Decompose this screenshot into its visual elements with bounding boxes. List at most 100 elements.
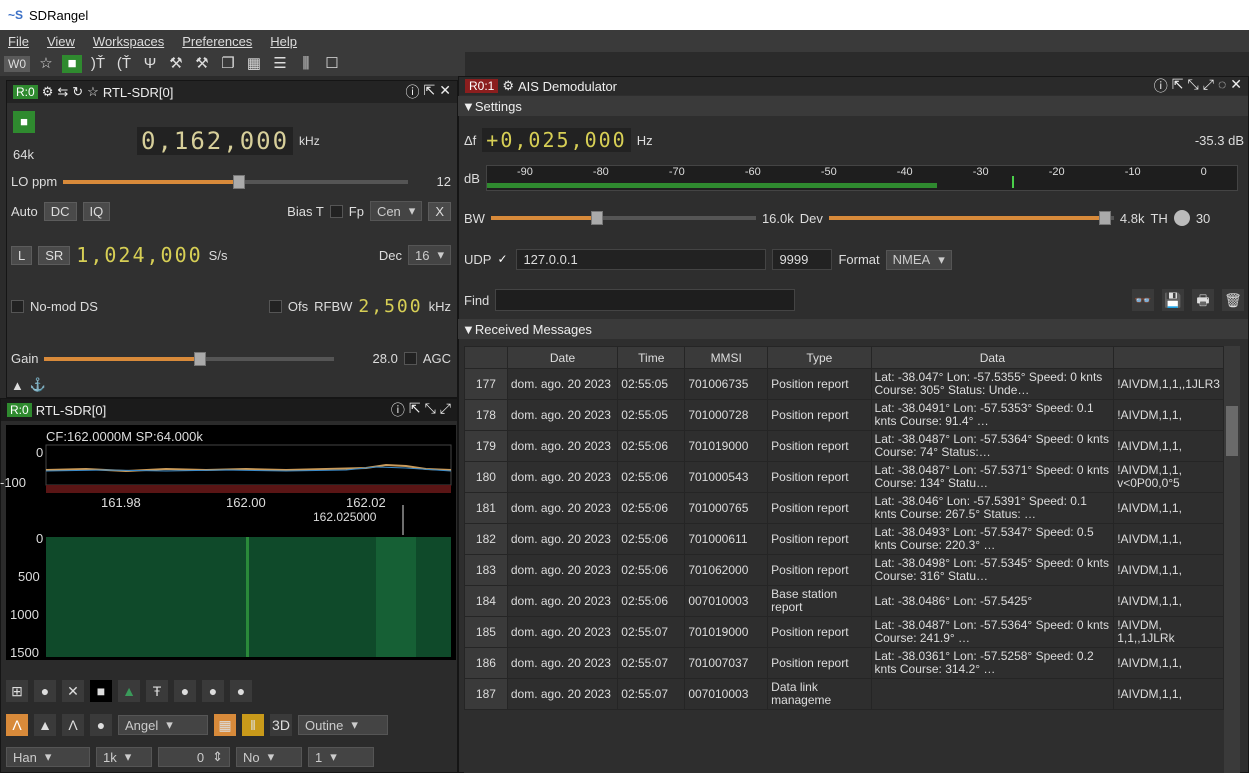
- column-header-type[interactable]: Type: [767, 346, 872, 369]
- view-icon[interactable]: 👓: [1132, 289, 1154, 311]
- help-icon[interactable]: ⓘ: [406, 82, 420, 102]
- save-icon[interactable]: 💾: [1162, 289, 1184, 311]
- add-mimo-icon[interactable]: Ψ: [140, 55, 160, 73]
- fft-size-combo[interactable]: 1k ▾: [96, 747, 152, 767]
- iq-button[interactable]: IQ: [82, 201, 111, 221]
- delete-icon[interactable]: 🗑: [1222, 289, 1244, 311]
- column-header-time[interactable]: Time: [617, 346, 686, 369]
- averaging-mode-combo[interactable]: No ▾: [236, 747, 302, 767]
- expand-icon[interactable]: ⤢: [1203, 76, 1214, 96]
- column-header-data[interactable]: Data: [870, 346, 1115, 369]
- lo-ppm-slider[interactable]: [63, 174, 409, 189]
- add-tx-icon[interactable]: (Ť: [114, 55, 134, 73]
- stack-icon[interactable]: ☰: [270, 55, 290, 73]
- grid-toggle-icon[interactable]: ▦: [214, 714, 236, 736]
- udp-address-field[interactable]: 127.0.0.1: [516, 249, 767, 270]
- agc-checkbox[interactable]: [403, 352, 417, 365]
- help-icon[interactable]: ⓘ: [1154, 76, 1168, 96]
- help-icon[interactable]: ⓘ: [391, 400, 405, 420]
- record-icon[interactable]: ●: [174, 680, 196, 702]
- menu-help[interactable]: Help: [270, 34, 297, 49]
- table-row[interactable]: 185 dom. ago. 20 2023 02:55:07 701019000 Pos…: [464, 616, 1224, 648]
- average-icon[interactable]: ▲: [34, 714, 56, 736]
- color-icon[interactable]: ■: [90, 680, 112, 702]
- overlap-spin[interactable]: 0 ⇕: [158, 747, 230, 767]
- settings-section-header[interactable]: ▼ Settings: [458, 96, 1248, 116]
- gear-icon[interactable]: ⚙: [42, 84, 54, 100]
- spectrum-display[interactable]: CF:162.0000M SP:64.000k 0 -100 161.98 16…: [0, 425, 456, 660]
- vertical-scrollbar[interactable]: [1224, 346, 1240, 773]
- expand-icon[interactable]: ▲: [11, 378, 24, 393]
- palette-combo[interactable]: Angel ▾: [118, 715, 208, 735]
- settings-icon[interactable]: ●: [230, 680, 252, 702]
- tile-icon[interactable]: ▦: [244, 55, 264, 73]
- center-frequency-display[interactable]: 0,162,000: [137, 127, 294, 155]
- stop-icon[interactable]: ■: [62, 55, 82, 73]
- threshold-dial[interactable]: [1173, 210, 1190, 226]
- detach-icon[interactable]: ⇱: [1172, 76, 1184, 96]
- tools-icon[interactable]: ⚒: [192, 55, 212, 73]
- palette-icon[interactable]: ●: [90, 714, 112, 736]
- table-row[interactable]: 179 dom. ago. 20 2023 02:55:06 701019000 Pos…: [464, 430, 1224, 462]
- cascade-icon[interactable]: ❐: [218, 55, 238, 73]
- dc-button[interactable]: DC: [43, 201, 77, 221]
- table-row[interactable]: 187 dom. ago. 20 2023 02:55:07 007010003 Dat…: [464, 678, 1224, 710]
- ofs-checkbox[interactable]: [268, 300, 282, 313]
- frequency-offset-display[interactable]: +0,025,000: [482, 128, 631, 152]
- l-button[interactable]: L: [11, 245, 33, 265]
- hide-icon[interactable]: ◌: [1218, 76, 1226, 96]
- table-row[interactable]: 183 dom. ago. 20 2023 02:55:06 701062000 Pos…: [464, 554, 1224, 586]
- detach-icon[interactable]: ⇱: [424, 82, 436, 102]
- close-icon[interactable]: ✕: [1230, 76, 1242, 96]
- add-feature-icon[interactable]: ⚒: [166, 55, 186, 73]
- swap-icon[interactable]: ⇆: [57, 84, 68, 100]
- no-mod-ds-checkbox[interactable]: [11, 300, 24, 313]
- start-stop-button[interactable]: ■: [13, 111, 35, 133]
- table-row[interactable]: 180 dom. ago. 20 2023 02:55:06 701000543 Pos…: [464, 461, 1224, 493]
- dev-slider[interactable]: [828, 211, 1114, 225]
- outline-combo[interactable]: Outine ▾: [298, 715, 388, 735]
- reload-icon[interactable]: ↻: [72, 84, 83, 100]
- column-header-mmsi[interactable]: MMSI: [684, 346, 769, 369]
- menu-workspaces[interactable]: Workspaces: [93, 34, 164, 49]
- clear-icon[interactable]: ✕: [62, 680, 84, 702]
- scrollbar-handle[interactable]: [1226, 406, 1238, 456]
- workspace-button[interactable]: W0: [4, 56, 30, 72]
- maximize-icon[interactable]: ☐: [322, 55, 342, 73]
- table-row[interactable]: 182 dom. ago. 20 2023 02:55:06 701000611 Pos…: [464, 523, 1224, 555]
- menu-file[interactable]: File: [8, 34, 29, 49]
- table-row[interactable]: 181 dom. ago. 20 2023 02:55:06 701000765 Pos…: [464, 492, 1224, 524]
- column-header-date[interactable]: Date: [506, 346, 619, 369]
- grid-icon[interactable]: ⊞: [6, 680, 28, 702]
- averaging-combo[interactable]: 1 ▾: [308, 747, 374, 767]
- outline-icon[interactable]: Λ: [62, 714, 84, 736]
- table-row[interactable]: 186 dom. ago. 20 2023 02:55:07 701007037 Pos…: [464, 647, 1224, 679]
- fp-combo[interactable]: Cen ▾: [369, 201, 423, 221]
- udp-port-field[interactable]: 9999: [772, 249, 833, 270]
- expand-icon[interactable]: ⤢: [440, 400, 451, 420]
- columns-icon[interactable]: ⫼: [296, 55, 316, 73]
- detach-icon[interactable]: ⇱: [409, 400, 421, 420]
- gear-icon[interactable]: ⚙: [502, 78, 514, 94]
- star-icon[interactable]: ☆: [87, 84, 99, 100]
- channel-icon[interactable]: ⚓: [30, 377, 46, 393]
- received-messages-header[interactable]: ▼ Received Messages: [458, 319, 1248, 339]
- sample-rate-display[interactable]: 1,024,000: [76, 243, 202, 267]
- level-icon[interactable]: ‖: [242, 714, 264, 736]
- x-button[interactable]: X: [428, 201, 451, 221]
- bw-slider[interactable]: [490, 211, 756, 225]
- column-header-nmea[interactable]: [1113, 346, 1224, 369]
- gain-slider[interactable]: [44, 351, 335, 366]
- 3d-icon[interactable]: 3D: [270, 714, 292, 736]
- shrink-icon[interactable]: ⤡: [1188, 76, 1199, 96]
- shrink-icon[interactable]: ⤡: [425, 400, 436, 420]
- rfbw-display[interactable]: 2,500: [358, 296, 422, 317]
- format-combo[interactable]: NMEA ▾: [885, 249, 952, 270]
- table-row[interactable]: 177 dom. ago. 20 2023 02:55:05 701006735 Pos…: [464, 368, 1224, 400]
- add-rx-icon[interactable]: )Ť: [88, 55, 108, 73]
- star-icon[interactable]: ☆: [36, 55, 56, 73]
- udp-checkbox[interactable]: ✓: [497, 253, 510, 266]
- sr-button[interactable]: SR: [38, 245, 71, 265]
- find-input[interactable]: [495, 289, 796, 311]
- waterfall-icon[interactable]: ▲: [118, 680, 140, 702]
